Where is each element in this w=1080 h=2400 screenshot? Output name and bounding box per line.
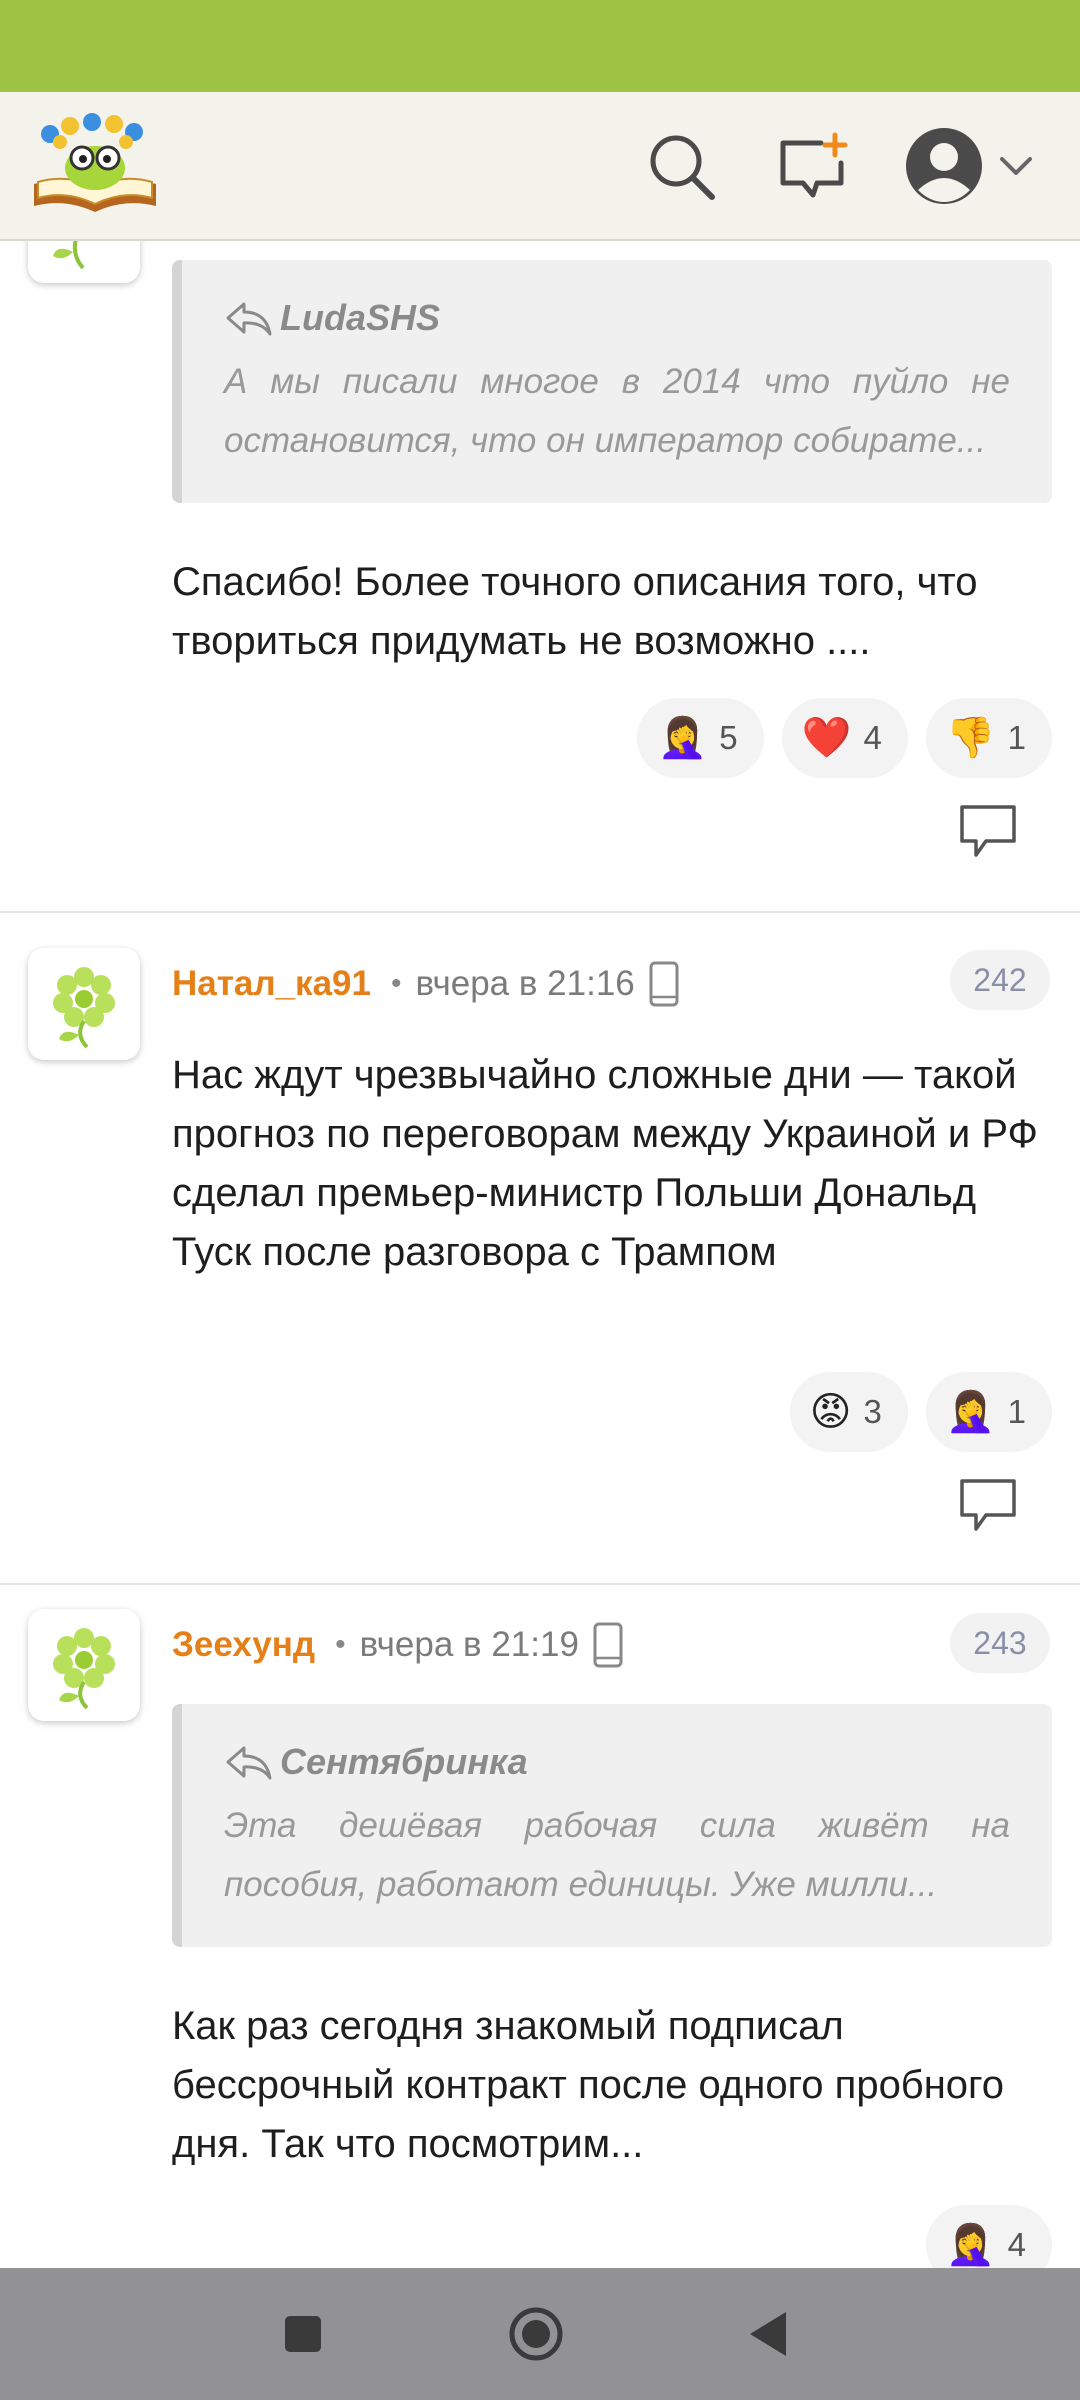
reaction-facepalm[interactable]: 🤦‍♀️ 4	[925, 2205, 1052, 2268]
quote-header: LudaSHS	[224, 296, 1010, 340]
facepalm-emoji-icon: 🤦‍♀️	[945, 2223, 996, 2267]
system-navigation-bar	[0, 2268, 1080, 2400]
reaction-count: 1	[1007, 1393, 1026, 1430]
reactions-bar: 😡 3 🤦‍♀️ 1	[789, 1372, 1052, 1452]
comment-text: Нас ждут чрезвычайно сложные дни — такой…	[172, 1053, 1038, 1274]
recent-apps-icon	[285, 2316, 321, 2352]
avatar[interactable]	[28, 948, 140, 1060]
app-header	[0, 92, 1080, 241]
quote-line-2: пособия, работают единицы. Уже милли...	[224, 1865, 938, 1904]
home-button[interactable]	[496, 2294, 576, 2374]
reply-arrow-icon	[226, 1746, 272, 1780]
new-post-button[interactable]	[768, 122, 858, 212]
reaction-thumbs-down[interactable]: 👎 1	[925, 698, 1052, 778]
comment-divider	[0, 1583, 1080, 1585]
search-icon	[650, 135, 715, 200]
quote-block[interactable]: Сентябринка Эта дешёвая рабочая сила жив…	[172, 1704, 1052, 1947]
heart-emoji-icon: ❤️	[801, 716, 852, 760]
status-bar	[0, 0, 1080, 92]
quote-text: Эта дешёвая рабочая сила живёт на пособи…	[224, 1796, 1010, 1914]
quote-header: Сентябринка	[224, 1740, 1010, 1784]
mobile-device-icon	[649, 961, 679, 1007]
search-button[interactable]	[637, 122, 727, 212]
avatar[interactable]	[28, 1609, 140, 1721]
separator-dot: •	[390, 967, 402, 1000]
reply-bubble-icon	[960, 805, 1016, 857]
comment-divider	[0, 911, 1080, 913]
separator-dot: •	[335, 1628, 346, 1661]
flower-avatar-icon	[53, 1628, 115, 1710]
comment-meta: Натал_ка91 • вчера в 21:16	[172, 956, 679, 1012]
home-icon	[509, 2307, 563, 2361]
quote-block[interactable]: LudaSHS А мы писали многое в 2014 что пу…	[172, 260, 1052, 503]
avatar[interactable]	[28, 241, 140, 283]
site-logo[interactable]	[30, 106, 160, 216]
author-name[interactable]: Зеехунд	[172, 1625, 315, 1665]
profile-icon	[906, 128, 982, 204]
comment-number-badge[interactable]: 242	[950, 950, 1050, 1010]
reaction-count: 4	[1007, 2226, 1026, 2263]
chevron-down-icon	[1000, 157, 1032, 175]
thumbs-down-emoji-icon: 👎	[945, 716, 996, 760]
reply-button[interactable]	[958, 1477, 1018, 1533]
comment-number-badge[interactable]: 243	[950, 1613, 1050, 1673]
reply-button[interactable]	[958, 803, 1018, 859]
reaction-count: 4	[863, 719, 882, 756]
author-name[interactable]: Натал_ка91	[172, 964, 371, 1004]
comments-feed[interactable]: LudaSHS А мы писали многое в 2014 что пу…	[0, 241, 1080, 2268]
reaction-facepalm[interactable]: 🤦‍♀️ 5	[637, 698, 764, 778]
recent-apps-button[interactable]	[263, 2294, 343, 2374]
quote-text: А мы писали многое в 2014 что пуйло не о…	[224, 352, 1010, 470]
quote-line-1: А мы писали многое в 2014 что пуйло не	[224, 362, 1010, 401]
new-post-icon	[780, 132, 848, 198]
profile-menu-button[interactable]	[895, 116, 1045, 216]
reaction-count: 1	[1007, 719, 1026, 756]
facepalm-emoji-icon: 🤦‍♀️	[945, 1390, 996, 1434]
quote-author[interactable]: Сентябринка	[280, 1741, 528, 1783]
back-button[interactable]	[728, 2294, 808, 2374]
quote-author[interactable]: LudaSHS	[280, 297, 440, 339]
flower-avatar-icon	[53, 967, 115, 1049]
angry-emoji-icon: 😡	[809, 1390, 852, 1434]
comment-text: Как раз сегодня знакомый подписал бессро…	[172, 2004, 1005, 2166]
facepalm-emoji-icon: 🤦‍♀️	[657, 716, 708, 760]
reactions-bar: 🤦‍♀️ 5 ❤️ 4 👎 1	[637, 698, 1052, 778]
flower-avatar-icon	[53, 241, 85, 270]
reaction-facepalm[interactable]: 🤦‍♀️ 1	[925, 1372, 1052, 1452]
reply-arrow-icon	[226, 302, 272, 336]
comment-time: вчера в 21:19	[359, 1625, 579, 1664]
back-icon	[750, 2312, 786, 2356]
reply-bubble-icon	[960, 1479, 1016, 1531]
mobile-device-icon	[593, 1622, 623, 1668]
reaction-count: 3	[863, 1393, 882, 1430]
reaction-count: 5	[719, 719, 738, 756]
quote-line-2: остановится, что он император собирате..…	[224, 421, 986, 460]
reaction-heart[interactable]: ❤️ 4	[781, 698, 908, 778]
kid-reading-book-logo	[34, 113, 156, 212]
comment-meta: Зеехунд • вчера в 21:19	[172, 1617, 623, 1673]
quote-line-1: Эта дешёвая рабочая сила живёт на	[224, 1806, 1010, 1845]
reaction-angry[interactable]: 😡 3	[789, 1372, 908, 1452]
reactions-bar: 🤦‍♀️ 4	[925, 2205, 1052, 2268]
comment-time: вчера в 21:16	[415, 964, 635, 1003]
comment-text: Спасибо! Более точного описания того, чт…	[172, 560, 978, 663]
